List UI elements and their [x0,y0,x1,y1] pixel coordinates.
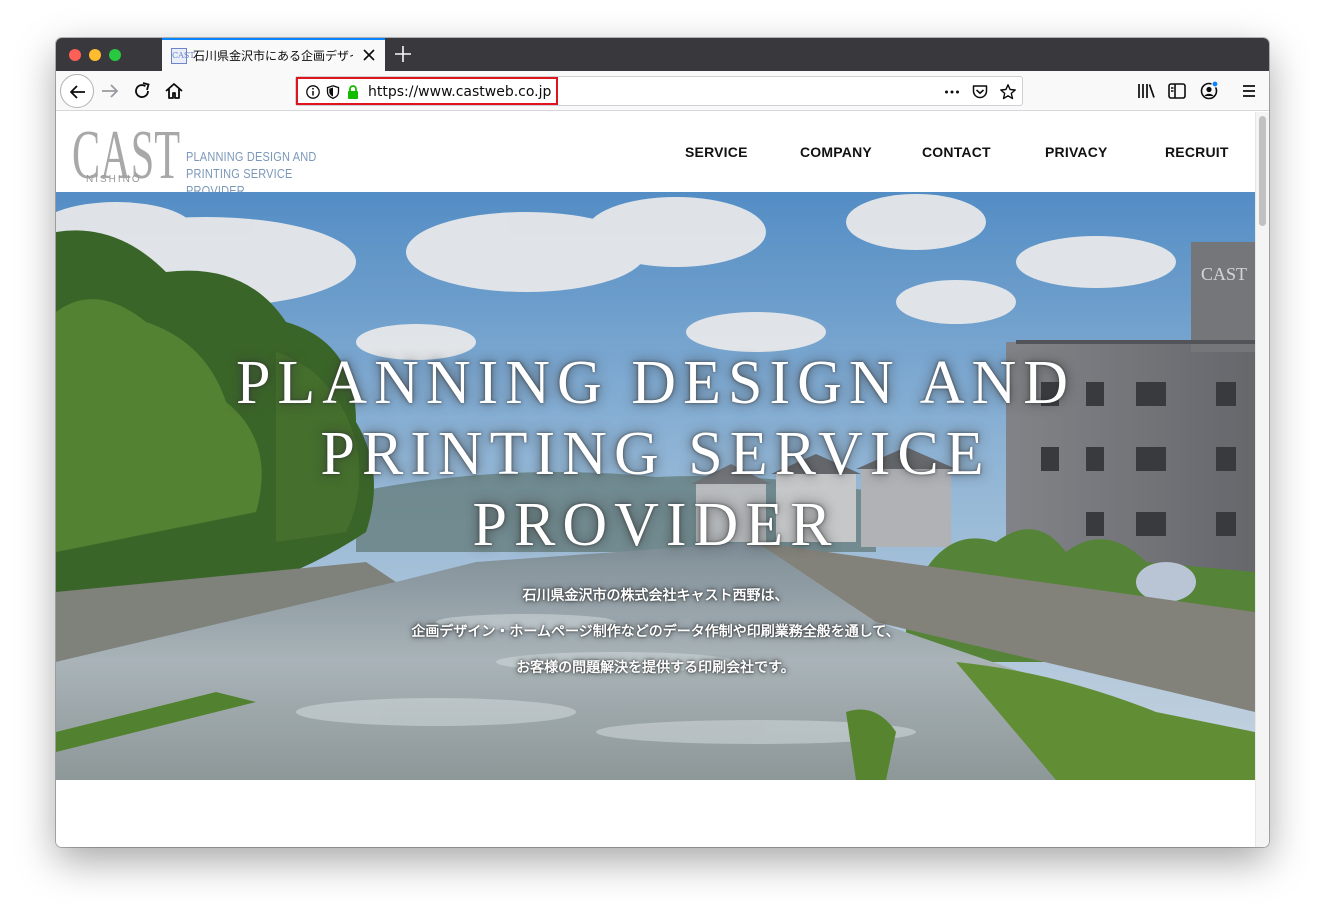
hero-headline-line1: PLANNING DESIGN AND [235,349,1076,417]
tab-title: 石川県金沢市にある企画デザイン [193,49,353,63]
hero-headline: PLANNING DESIGN AND PRINTING SERVICE PRO… [56,348,1255,561]
nav-company[interactable]: COMPANY [800,144,872,160]
back-arrow-icon [70,85,85,99]
info-icon[interactable] [305,84,321,100]
more-icon[interactable] [943,83,961,101]
hamburger-menu-icon[interactable] [1237,79,1261,103]
nav-service[interactable]: SERVICE [685,144,748,160]
reload-icon[interactable] [130,79,154,103]
pocket-icon[interactable] [971,83,989,101]
site-header: CAST NISHINO PLANNING DESIGN AND PRINTIN… [56,112,1255,198]
hero-description-line2: 企画デザイン・ホームページ制作などのデータ作制や印刷業務全般を通して、 [411,624,900,640]
shield-icon[interactable] [325,84,341,100]
sidebar-icon[interactable] [1165,79,1189,103]
hero-section: CAST PLANNING DESIGN AND PRINTING SERVIC… [56,192,1255,780]
browser-toolbar: https://www.castweb.co.jp [56,71,1269,111]
hero-description-line1: 石川県金沢市の株式会社キャスト西野は、 [522,588,789,604]
star-icon[interactable] [999,83,1017,101]
page-viewport[interactable]: CAST NISHINO PLANNING DESIGN AND PRINTIN… [56,112,1269,847]
hero-headline-line2: PRINTING SERVICE [320,420,991,488]
browser-window: CAST 石川県金沢市にある企画デザイン [56,38,1269,847]
zoom-window-button[interactable] [109,49,121,61]
minimize-window-button[interactable] [89,49,101,61]
page-scrollbar[interactable] [1255,112,1269,847]
browser-tab[interactable]: CAST 石川県金沢市にある企画デザイン [162,38,385,71]
hero-headline-line3: PROVIDER [472,491,839,559]
nav-recruit[interactable]: RECRUIT [1165,144,1229,160]
tab-strip: CAST 石川県金沢市にある企画デザイン [56,38,1269,71]
new-tab-icon[interactable] [392,43,414,65]
logo-tagline-line1: PLANNING DESIGN AND [186,150,317,164]
nav-privacy[interactable]: PRIVACY [1045,144,1108,160]
scrollbar-thumb[interactable] [1259,116,1266,226]
close-window-button[interactable] [69,49,81,61]
nav-contact[interactable]: CONTACT [922,144,991,160]
library-icon[interactable] [1134,79,1158,103]
logo-subtext: NISHINO [86,174,142,184]
forward-arrow-icon[interactable] [98,79,122,103]
hero-description-line3: お客様の問題解決を提供する印刷会社です。 [516,660,795,676]
home-icon[interactable] [162,79,186,103]
url-bar[interactable]: https://www.castweb.co.jp [295,76,1023,106]
cast-logo[interactable]: CAST NISHINO [70,122,185,184]
lock-icon[interactable] [345,84,361,100]
close-tab-icon[interactable] [360,46,378,64]
hero-description: 石川県金沢市の株式会社キャスト西野は、 企画デザイン・ホームページ制作などのデー… [56,578,1255,686]
url-text[interactable]: https://www.castweb.co.jp [368,83,551,101]
account-icon[interactable] [1197,79,1221,103]
back-button[interactable] [60,74,94,108]
site-favicon-icon: CAST [171,48,195,64]
